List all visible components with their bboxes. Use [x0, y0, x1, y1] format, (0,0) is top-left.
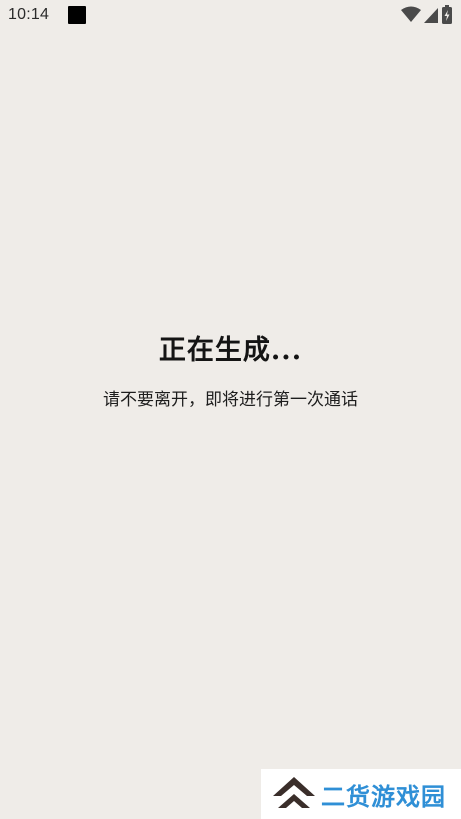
notification-square-icon	[68, 6, 86, 24]
generating-subtitle: 请不要离开，即将进行第一次通话	[103, 390, 358, 410]
wifi-icon	[401, 6, 421, 22]
generating-title: 正在生成...	[158, 335, 303, 366]
status-bar: 10:14	[0, 0, 461, 32]
status-icons	[401, 5, 453, 25]
watermark-badge: 二货游戏园	[261, 769, 461, 819]
battery-icon	[442, 5, 452, 24]
double-chevron-logo-icon	[273, 777, 315, 808]
watermark-text: 二货游戏园	[321, 782, 446, 811]
generating-panel: 正在生成... 请不要离开，即将进行第一次通话	[0, 332, 461, 412]
status-time: 10:14	[8, 6, 50, 23]
cellular-signal-icon	[424, 8, 438, 23]
